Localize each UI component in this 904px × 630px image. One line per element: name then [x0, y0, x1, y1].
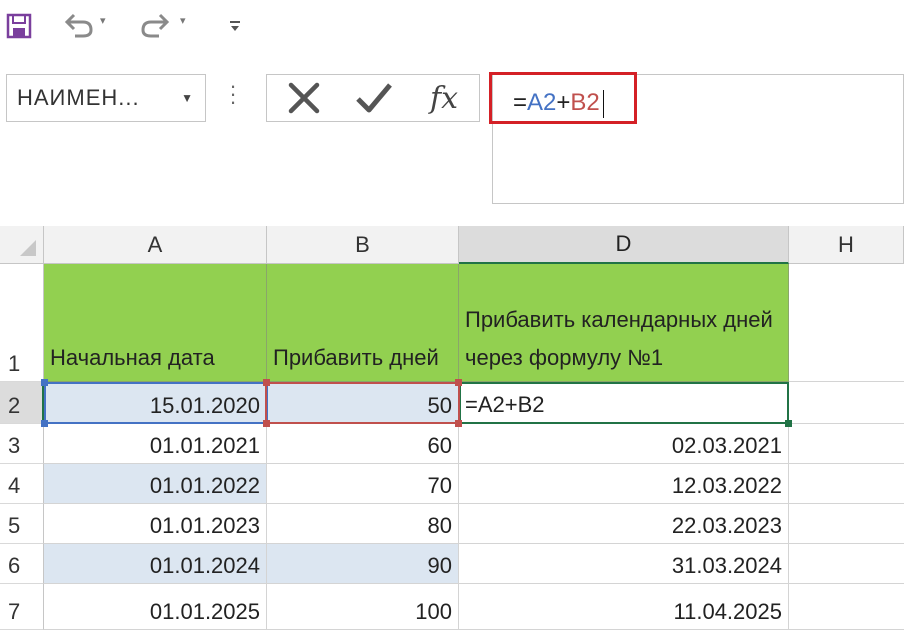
- cell-b7[interactable]: 100: [267, 584, 459, 630]
- cell-b5[interactable]: 80: [267, 504, 459, 544]
- cell-b3[interactable]: 60: [267, 424, 459, 464]
- cell-h3[interactable]: [789, 424, 904, 464]
- column-header-d[interactable]: D: [459, 226, 789, 264]
- fill-handle[interactable]: [785, 420, 792, 427]
- cell-b1[interactable]: Прибавить дней: [267, 264, 459, 382]
- cell-h5[interactable]: [789, 504, 904, 544]
- formula-ref-a2: A2: [527, 89, 557, 116]
- row-header-3[interactable]: 3: [0, 424, 44, 464]
- undo-icon[interactable]: [58, 8, 98, 44]
- cell-h4[interactable]: [789, 464, 904, 504]
- insert-function-button[interactable]: fx: [419, 75, 469, 121]
- cell-d7[interactable]: 11.04.2025: [459, 584, 789, 630]
- cell-a3[interactable]: 01.01.2021: [44, 424, 267, 464]
- ref-a2-handle-tl[interactable]: [41, 379, 48, 386]
- fx-label: fx: [429, 80, 459, 116]
- column-header-b[interactable]: B: [267, 226, 459, 264]
- formula-text: =A2+B2: [513, 89, 604, 118]
- row-header-2[interactable]: 2: [0, 382, 44, 424]
- column-header-h[interactable]: H: [789, 226, 904, 264]
- chevron-down-icon[interactable]: ▼: [181, 91, 193, 105]
- more-options-icon[interactable]: · · ·: [228, 75, 238, 113]
- text-cursor: [602, 89, 604, 118]
- cell-h2[interactable]: [789, 382, 904, 424]
- column-header-a[interactable]: A: [44, 226, 267, 264]
- formula-bar-area: НАИМЕН... ▼ · · · fx =A2+B2: [0, 56, 904, 226]
- cancel-x-icon[interactable]: [281, 75, 327, 121]
- save-icon[interactable]: [2, 8, 36, 44]
- cell-b2[interactable]: 50: [267, 382, 459, 424]
- name-box[interactable]: НАИМЕН... ▼: [6, 74, 206, 122]
- cell-d5[interactable]: 22.03.2023: [459, 504, 789, 544]
- customize-qat-icon[interactable]: [226, 8, 244, 44]
- cell-a7[interactable]: 01.01.2025: [44, 584, 267, 630]
- cell-h7[interactable]: [789, 584, 904, 630]
- formula-plus: +: [556, 89, 571, 116]
- cell-h1[interactable]: [789, 264, 904, 382]
- ref-b2-handle-tr[interactable]: [455, 379, 462, 386]
- quick-access-toolbar: ▾ ▾: [0, 0, 904, 56]
- cell-b4[interactable]: 70: [267, 464, 459, 504]
- cell-a6[interactable]: 01.01.2024: [44, 544, 267, 584]
- ref-b2-handle-br[interactable]: [455, 420, 462, 427]
- formula-ref-b2: B2: [570, 89, 600, 116]
- cell-a2[interactable]: 15.01.2020: [44, 382, 267, 424]
- row-header-6[interactable]: 6: [0, 544, 44, 584]
- redo-icon[interactable]: [136, 8, 176, 44]
- formula-input[interactable]: =A2+B2: [492, 74, 904, 204]
- ref-b2-handle-tl[interactable]: [263, 379, 270, 386]
- cell-b6[interactable]: 90: [267, 544, 459, 584]
- cell-h6[interactable]: [789, 544, 904, 584]
- row-header-5[interactable]: 5: [0, 504, 44, 544]
- cell-d2[interactable]: =A2+B2: [459, 382, 789, 424]
- cell-d6[interactable]: 31.03.2024: [459, 544, 789, 584]
- ref-a2-handle-bl[interactable]: [41, 420, 48, 427]
- cell-a4[interactable]: 01.01.2022: [44, 464, 267, 504]
- undo-dropdown-icon[interactable]: ▾: [100, 14, 106, 27]
- formula-equals: =: [513, 89, 528, 116]
- check-icon[interactable]: [351, 75, 397, 121]
- cell-a5[interactable]: 01.01.2023: [44, 504, 267, 544]
- row-header-1[interactable]: 1: [0, 264, 44, 382]
- row-header-7[interactable]: 7: [0, 584, 44, 630]
- cell-d3[interactable]: 02.03.2021: [459, 424, 789, 464]
- select-all-corner[interactable]: [0, 226, 44, 264]
- name-box-value: НАИМЕН...: [17, 85, 140, 110]
- row-header-4[interactable]: 4: [0, 464, 44, 504]
- cell-a1[interactable]: Начальная дата: [44, 264, 267, 382]
- ref-b2-handle-bl[interactable]: [263, 420, 270, 427]
- redo-dropdown-icon[interactable]: ▾: [180, 14, 186, 27]
- cell-d1[interactable]: Прибавить календарных дней через формулу…: [459, 264, 789, 382]
- spreadsheet-grid: A B D H 1 2 3 4 5 6 7 Начальная дата При…: [0, 226, 904, 630]
- cell-d4[interactable]: 12.03.2022: [459, 464, 789, 504]
- formula-buttons: fx: [266, 74, 480, 122]
